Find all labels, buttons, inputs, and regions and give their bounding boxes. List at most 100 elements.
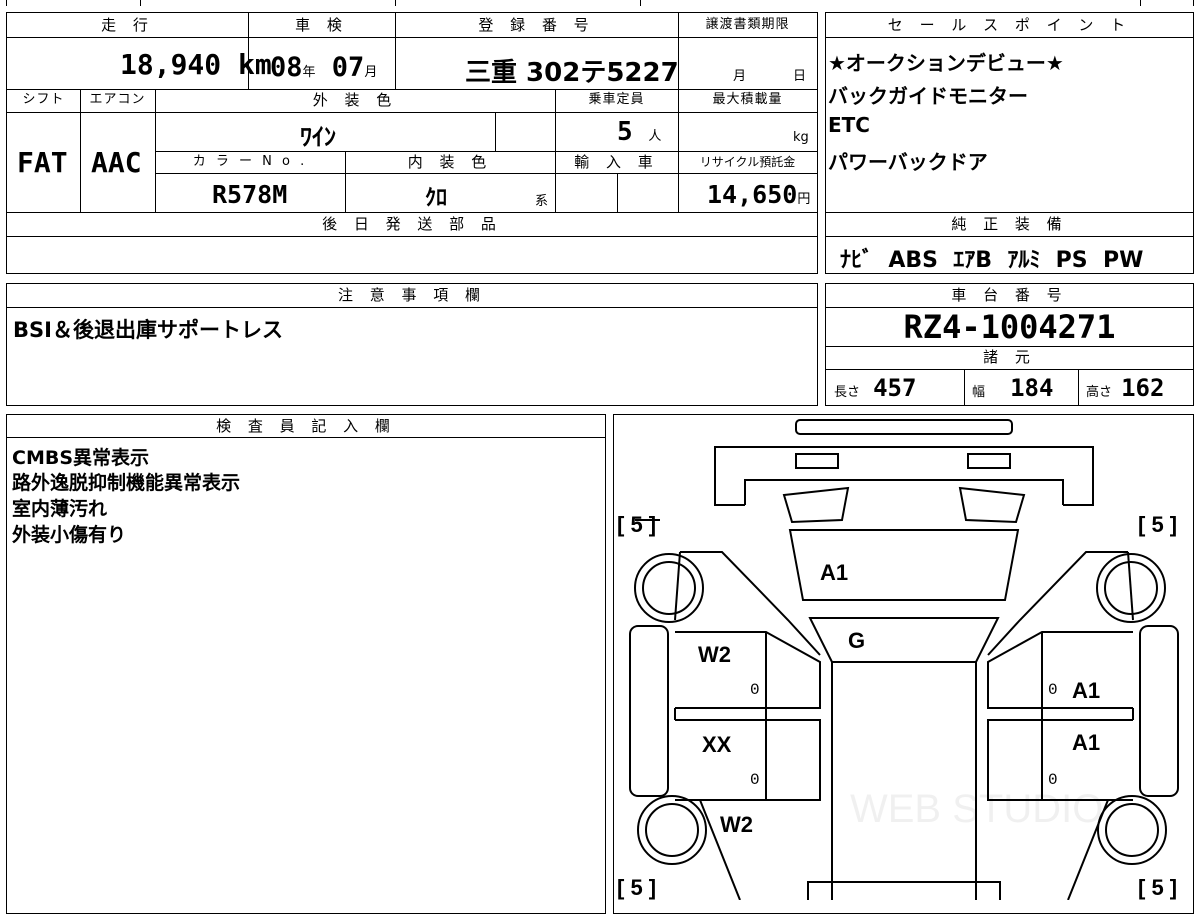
- tire-fl-grade: [ 5 ]: [617, 512, 656, 537]
- top-strip-divider: [140, 0, 141, 6]
- length-spec: 長さ 457: [834, 374, 917, 402]
- front-grille-left: [795, 453, 839, 469]
- width-spec: 幅 184: [972, 374, 1054, 402]
- specs-divider: [964, 369, 965, 406]
- aircon-value: AAC: [91, 146, 142, 179]
- chassis-label: 車 台 番 号: [951, 286, 1068, 304]
- door-right-front: [987, 631, 1133, 709]
- body-front: [744, 479, 1064, 505]
- specs-divider: [1078, 369, 1079, 406]
- exterior-color-value: ﾜｲﾝ: [300, 123, 336, 151]
- damage-rear-right-door: A1: [1072, 730, 1100, 755]
- interior-color-value: ｸﾛ: [425, 186, 448, 211]
- color-no-label: カ ラ ー N o .: [192, 154, 308, 169]
- inspection-label: 車 検: [295, 16, 348, 34]
- damage-front-left-door: W2: [698, 642, 731, 667]
- sales-point-line: ETC: [828, 113, 870, 137]
- inspection-value: 08年 07月: [270, 52, 378, 83]
- door-left-rear: [675, 719, 821, 801]
- sales-point-line: パワーバックドア: [828, 150, 988, 174]
- col-divider: [678, 12, 679, 212]
- shift-label: シフト: [22, 92, 65, 107]
- recycle-label: リサイクル預託金: [699, 155, 796, 169]
- sill-right: [1139, 625, 1179, 797]
- transfer-day-unit: 日: [793, 69, 807, 84]
- equipment-label: 純 正 装 備: [951, 215, 1068, 233]
- recycle-value: 14,650円: [707, 180, 811, 209]
- max-load-label: 最大積載量: [712, 92, 783, 107]
- interior-color-suffix: 系: [535, 194, 549, 209]
- transfer-month-unit: 月: [733, 69, 747, 84]
- rear-bumper: [807, 881, 1001, 900]
- damage-front-right-door: A1: [1072, 678, 1100, 703]
- equipment-top-divider: [826, 212, 1193, 213]
- sales-point-line: バックガイドモニター: [828, 84, 1028, 108]
- specs-header-divider: [826, 369, 1193, 370]
- row-divider: [155, 173, 817, 174]
- car-diagram: WEB STUDIO [ 5 ] [ 5 ] [ 5 ] [ 5 ] A1 G …: [617, 419, 1179, 900]
- registration-label: 登 録 番 号: [478, 16, 595, 34]
- front-bumper: [714, 446, 1094, 506]
- watermark: WEB STUDIO: [850, 787, 1103, 831]
- headlight-left: [782, 486, 850, 524]
- capacity-value: 5 人: [617, 117, 662, 147]
- sales-points-label: セ ー ル ス ポ イ ン ト: [887, 16, 1132, 34]
- zero-rear-left: 0: [750, 771, 760, 789]
- shift-value: FAT: [17, 146, 68, 179]
- specs-label: 諸 元: [983, 348, 1036, 366]
- zero-front-right: 0: [1048, 681, 1058, 699]
- interior-color-label: 内 装 色: [407, 153, 493, 171]
- inspector-line: 路外逸脱抑制機能異常表示: [12, 472, 241, 494]
- notes-header-divider: [7, 307, 817, 308]
- notes-label: 注 意 事 項 欄: [337, 286, 487, 304]
- top-strip-divider: [1140, 0, 1141, 6]
- equipment-value: ﾅﾋﾞ ABS ｴｱB ｱﾙﾐ PS PW: [840, 248, 1144, 273]
- col-divider: [495, 112, 496, 151]
- top-strip-divider: [640, 0, 641, 6]
- damage-rear-left-door: XX: [702, 732, 732, 757]
- inspector-line: CMBS異常表示: [12, 447, 150, 469]
- tire-front-left: [634, 553, 704, 623]
- col-divider: [617, 173, 618, 212]
- capacity-label: 乗車定員: [588, 92, 645, 107]
- transfer-deadline-label: 譲渡書類期限: [705, 17, 790, 32]
- top-strip-divider: [395, 0, 396, 6]
- front-bumper-bar: [795, 419, 1013, 435]
- fender-right: [987, 551, 1128, 656]
- windshield: [808, 617, 1000, 663]
- tire-rear-right: [1097, 795, 1167, 865]
- height-spec: 高さ 162: [1086, 374, 1165, 402]
- row-divider: [7, 212, 817, 213]
- color-no-value: R578M: [212, 180, 288, 209]
- zero-rear-right: 0: [1048, 771, 1058, 789]
- roof: [831, 661, 977, 900]
- tire-rear-left: [637, 795, 707, 865]
- later-parts-label: 後 日 発 送 部 品: [322, 215, 502, 233]
- fender-left: [680, 551, 821, 656]
- top-cropped-strip: [6, 0, 1194, 6]
- sill-left: [629, 625, 669, 797]
- row-divider: [7, 112, 817, 113]
- equipment-header-divider: [826, 236, 1193, 237]
- sales-point-line: ★オークションデビュー★: [828, 51, 1064, 75]
- headlight-right: [958, 486, 1026, 524]
- notes-text: BSI＆後退出庫サポートレス: [13, 318, 283, 342]
- inspector-line: 室内薄汚れ: [12, 498, 108, 520]
- aircon-label: エアコン: [89, 92, 146, 107]
- mileage-label: 走 行: [101, 16, 154, 34]
- max-load-unit: kg: [793, 130, 809, 145]
- sales-header-divider: [826, 37, 1193, 38]
- tire-rl-grade: [ 5 ]: [617, 875, 656, 900]
- exterior-color-label: 外 装 色: [312, 91, 398, 109]
- zero-front-left: 0: [750, 681, 760, 699]
- damage-rear-left-fender: W2: [720, 812, 753, 837]
- row-divider: [7, 236, 817, 237]
- chassis-value: RZ4-1004271: [903, 308, 1116, 346]
- inspector-header-divider: [7, 437, 605, 438]
- damage-windshield: G: [848, 628, 865, 653]
- damage-hood: A1: [820, 560, 848, 585]
- inspector-label: 検 査 員 記 入 欄: [216, 417, 396, 435]
- registration-value: 三重 302テ5227: [465, 58, 679, 88]
- import-label: 輸 入 車: [574, 153, 659, 171]
- tire-rr-grade: [ 5 ]: [1138, 875, 1177, 900]
